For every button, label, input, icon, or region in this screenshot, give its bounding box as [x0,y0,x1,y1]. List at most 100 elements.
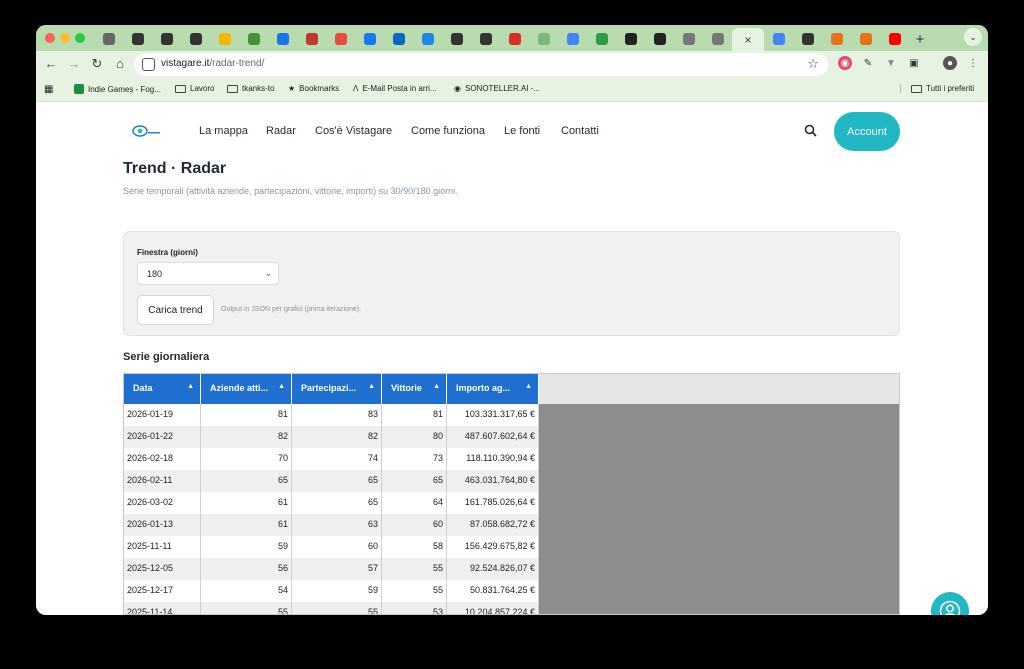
new-tab-button[interactable]: + [909,28,931,50]
browser-tab[interactable] [587,28,616,50]
forward-arrow-icon[interactable]: → [66,56,82,71]
browser-tab[interactable] [268,28,297,50]
nav-cose-vistagare[interactable]: Cos'è Vistagare [315,125,392,137]
nav-come-funziona[interactable]: Come funziona [411,125,485,137]
nav-la-mappa[interactable]: La mappa [199,125,248,137]
browser-tab[interactable] [152,28,181,50]
vpn-extension-icon[interactable]: ▼ [884,56,898,70]
header-col-data[interactable]: Data ▲ [124,374,201,404]
output-hint: Output in JSON per grafici (prima iteraz… [221,306,362,313]
bookmark-item[interactable]: ★ Bookmarks [288,84,339,93]
browser-tab[interactable] [793,28,822,50]
browser-tab[interactable] [703,28,732,50]
table-row[interactable]: 2026-03-02 61 65 64 161.785.026,64 € [124,492,539,514]
profile-avatar-icon[interactable]: ● [943,56,957,70]
back-arrow-icon[interactable]: ← [43,56,59,71]
close-tab-icon[interactable]: × [744,33,751,47]
close-window-button[interactable] [45,33,55,43]
browser-tab[interactable] [616,28,645,50]
table-row[interactable]: 2026-01-19 81 83 81 103.331.317,65 € [124,404,539,426]
cell-col-importo: 87.058.682,72 € [447,514,539,536]
browser-tab[interactable] [558,28,587,50]
browser-tab[interactable] [674,28,703,50]
reload-icon[interactable]: ↻ [89,56,105,72]
header-col-partecipazioni[interactable]: Partecipazi... ▲ [292,374,382,404]
site-settings-icon[interactable] [142,58,155,71]
minimize-window-button[interactable] [60,33,70,43]
sort-arrow-icon[interactable]: ▲ [187,383,194,390]
user-icon [939,600,961,615]
tab-search-chevron-icon[interactable]: ⌄ [964,28,982,46]
browser-tab[interactable] [94,28,123,50]
header-col-importo[interactable]: Importo ag... ▲ [447,374,539,404]
apps-grid-icon[interactable]: ▦ [44,84,53,95]
browser-tab[interactable] [355,28,384,50]
cell-col-importo: 103.331.317,65 € [447,404,539,426]
header-col-aziende-attive[interactable]: Aziende atti... ▲ [201,374,292,404]
bookmark-folder[interactable]: Lavoro [175,84,214,93]
table-row[interactable]: 2026-01-13 61 63 60 87.058.682,72 € [124,514,539,536]
tab-icon-shield [305,33,318,45]
header-col-vittorie[interactable]: Vittorie ▲ [382,374,447,404]
sort-arrow-icon[interactable]: ▲ [278,383,285,390]
browser-tab[interactable] [880,28,909,50]
sort-arrow-icon[interactable]: ▲ [433,383,440,390]
cell-col-vittorie: 80 [382,426,447,448]
table-row[interactable]: 2025-11-11 59 60 58 156.429.675,82 € [124,536,539,558]
browser-tab[interactable] [326,28,355,50]
browser-tab[interactable] [297,28,326,50]
browser-tab[interactable] [471,28,500,50]
tab-icon-analytics [218,33,231,45]
extension-red-icon[interactable]: ◉ [838,56,852,70]
bookmark-label: SONOTELLER.AI -... [464,84,541,93]
browser-tab[interactable] [442,28,471,50]
tab-icon-chess [160,33,173,45]
browser-tab[interactable] [529,28,558,50]
browser-tab[interactable] [123,28,152,50]
window-label: Finestra (giorni) [137,248,198,257]
load-trend-button[interactable]: Carica trend [137,295,214,325]
bookmark-folder[interactable]: tkanks-to [227,84,274,93]
window-select[interactable]: 180 ⌄ [137,262,279,285]
table-row[interactable]: 2025-12-17 54 59 55 50.831.764,25 € [124,580,539,602]
cell-col-vittorie: 81 [382,404,447,426]
account-button[interactable]: Account [834,112,900,151]
browser-tab[interactable] [851,28,880,50]
table-row[interactable]: 2025-11-14 55 55 53 10.204.857.224 € [124,602,539,614]
browser-tab[interactable] [822,28,851,50]
sort-arrow-icon[interactable]: ▲ [525,383,532,390]
browser-menu-icon[interactable]: ⋮ [966,56,980,70]
browser-tab[interactable] [210,28,239,50]
browser-tab[interactable] [500,28,529,50]
browser-tab[interactable] [384,28,413,50]
table-row[interactable]: 2026-02-18 70 74 73 118.110.390,94 € [124,448,539,470]
browser-tab[interactable] [645,28,674,50]
site-logo[interactable] [131,123,161,139]
home-icon[interactable]: ⌂ [112,56,128,71]
nav-contatti[interactable]: Contatti [561,125,599,137]
browser-tab[interactable] [413,28,442,50]
sort-arrow-icon[interactable]: ▲ [368,383,375,390]
table-row[interactable]: 2025-12-05 56 57 55 92.524.826,07 € [124,558,539,580]
address-bar[interactable]: vistagare.it/radar-trend/ ☆ [134,53,828,76]
browser-tab-active[interactable]: × [732,28,764,51]
maximize-window-button[interactable] [75,33,85,43]
bookmark-item[interactable]: Λ E-Mail Posta in arri... [353,84,437,93]
table-row[interactable]: 2026-02-11 65 65 65 463.031.764,80 € [124,470,539,492]
bookmark-item[interactable]: ◉ SONOTELLER.AI -... [454,84,540,93]
table-row[interactable]: 2026-01-22 82 82 80 487.607.602,64 € [124,426,539,448]
extensions-puzzle-icon[interactable]: ▣ [907,56,921,70]
browser-tab[interactable] [239,28,268,50]
nav-le-fonti[interactable]: Le fonti [504,125,540,137]
bookmark-item[interactable]: Indie Games - Fog... [74,84,161,94]
browser-tab[interactable] [181,28,210,50]
bookmark-star-icon[interactable]: ☆ [807,56,819,72]
nav-radar[interactable]: Radar [266,125,296,137]
cell-col-data: 2025-12-17 [124,580,201,602]
search-icon[interactable] [804,124,817,137]
cell-col-aziende-attive: 59 [201,536,292,558]
all-bookmarks[interactable]: Tutti i preferiti [900,84,974,93]
pen-extension-icon[interactable]: ✎ [861,56,875,70]
browser-tab[interactable] [764,28,793,50]
tab-icon-globe [247,33,260,45]
